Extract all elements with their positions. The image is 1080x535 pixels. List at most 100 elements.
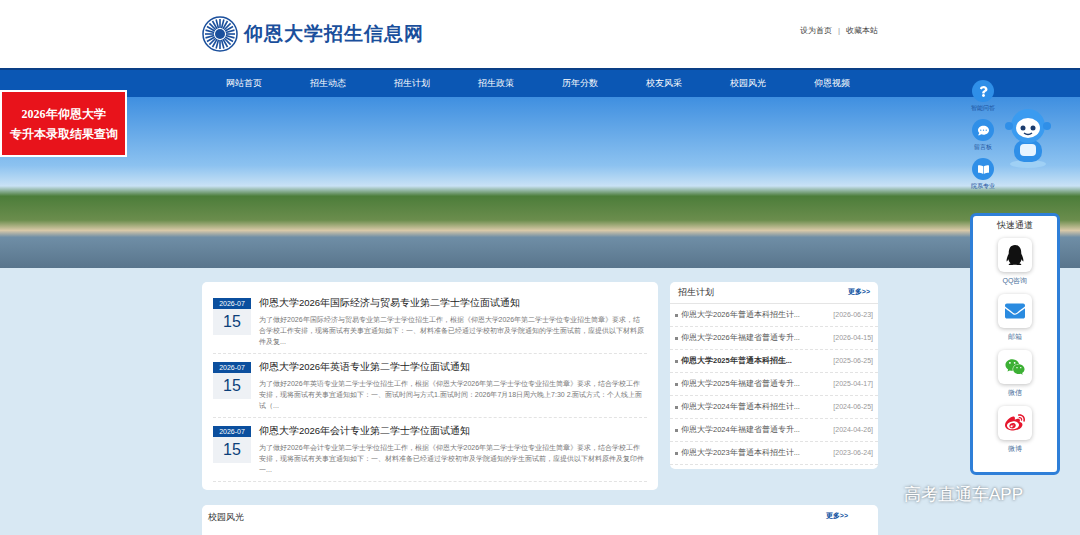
plan-item[interactable]: 仰恩大学2023年普通本科招生计...[2023-06-24] [670,442,878,465]
header-separator: | [838,25,840,37]
nav-item[interactable]: 校友风采 [622,77,706,91]
news-date: 2026-0715 [213,298,251,347]
quick-channel-item[interactable]: 微信 [998,350,1032,398]
news-title[interactable]: 仰恩大学2026年会计专业第二学士学位面试通知 [259,424,647,438]
plan-item-title: 仰恩大学2026年普通本科招生计... [681,309,830,320]
plan-item-date: [2026-04-15] [833,333,873,344]
plan-item-date: [2024-04-26] [833,425,873,436]
question-icon [972,80,994,102]
site-logo-text: 仰恩大学招生信息网 [244,20,424,49]
campus-title: 校园风光 [208,511,244,525]
bullet-icon [675,406,678,409]
news-month: 2026-07 [213,362,251,373]
main-nav: 网站首页招生动态招生计划招生政策历年分数校友风采校园风光仰恩视频 [0,68,1080,97]
quick-channel-label: QQ咨询 [1003,276,1028,286]
mail-icon [998,294,1032,328]
plan-item[interactable]: 仰恩大学2026年福建省普通专升...[2026-04-15] [670,327,878,350]
plan-item-date: [2025-06-25] [833,356,873,367]
plan-item-title: 仰恩大学2026年福建省普通专升... [681,332,830,343]
message-icon [972,119,994,141]
quick-channel-title: 快速通道 [997,218,1033,232]
quick-channel-item[interactable]: 邮箱 [998,294,1032,342]
floating-tool[interactable]: 院系专业 [971,158,995,191]
campus-more-link[interactable]: 更多>> [826,511,848,522]
header-link[interactable]: 设为首页 [800,25,832,37]
floating-tool[interactable]: 智能问答 [971,80,995,113]
news-day: 15 [213,437,251,463]
news-day: 15 [213,309,251,335]
promo-line: 2026年仰恩大学 [22,107,106,121]
nav-item[interactable]: 网站首页 [202,77,286,91]
nav-item[interactable]: 校园风光 [706,77,790,91]
plan-header: 招生计划 更多>> [670,282,878,304]
quick-channel-label: 微信 [1008,388,1022,398]
news-month: 2026-07 [213,298,251,309]
plan-title: 招生计划 [678,286,714,300]
floating-tool[interactable]: 留言板 [972,119,994,152]
nav-item[interactable]: 招生计划 [370,77,454,91]
bullet-icon [675,314,678,317]
page: 仰恩大学招生信息网设为首页|收藏本站网站首页招生动态招生计划招生政策历年分数校友… [0,0,1080,535]
news-title[interactable]: 仰恩大学2026年国际经济与贸易专业第二学士学位面试通知 [259,296,647,310]
robot-mascot-icon[interactable] [1000,104,1056,170]
floating-tool-label: 智能问答 [971,104,995,113]
news-summary: 为了做好2026年英语专业第二学士学位招生工作，根据《仰恩大学2026年第二学士… [259,378,647,411]
plan-item[interactable]: 仰恩大学2025年福建省普通专升...[2025-04-17] [670,373,878,396]
plan-card: 招生计划更多>>仰恩大学2026年普通本科招生计...[2026-06-23]仰… [670,282,878,469]
quick-channel-item[interactable]: QQ咨询 [998,238,1032,286]
news-summary: 为了做好2026年国际经济与贸易专业第二学士学位招生工作，根据《仰恩大学2026… [259,314,647,347]
bullet-icon [675,360,678,363]
plan-more-link[interactable]: 更多>> [848,287,870,298]
campus-banner-photo [0,97,1080,268]
floating-tool-label: 留言板 [974,143,992,152]
bullet-icon [675,337,678,340]
plan-item[interactable]: 仰恩大学2026年普通本科招生计...[2026-06-23] [670,304,878,327]
university-emblem-icon [202,16,238,52]
plan-item-title: 仰恩大学2025年福建省普通专升... [681,378,830,389]
plan-item-date: [2025-04-17] [833,379,873,390]
news-card: 2026-0715仰恩大学2026年国际经济与贸易专业第二学士学位面试通知为了做… [202,282,658,490]
bullet-icon [675,429,678,432]
plan-item[interactable]: 仰恩大学2024年福建省普通专升...[2024-04-26] [670,419,878,442]
plan-item-title: 仰恩大学2024年福建省普通专升... [681,424,830,435]
news-month: 2026-07 [213,426,251,437]
bullet-icon [675,452,678,455]
nav-item[interactable]: 招生政策 [454,77,538,91]
quick-channel-panel: 快速通道 QQ咨询邮箱微信微博 [970,213,1060,475]
nav-item[interactable]: 招生动态 [286,77,370,91]
news-date: 2026-0715 [213,362,251,411]
quick-channel-label: 邮箱 [1008,332,1022,342]
news-date: 2026-0715 [213,426,251,475]
promo-banner[interactable]: 2026年仰恩大学专升本录取结果查询 [0,90,127,157]
floating-tools: 智能问答留言板院系专业 [950,80,1016,191]
nav-item[interactable]: 仰恩视频 [790,77,874,91]
quick-channel-label: 微博 [1008,444,1022,454]
news-title[interactable]: 仰恩大学2026年英语专业第二学士学位面试通知 [259,360,647,374]
quick-channel-item[interactable]: 微博 [998,406,1032,454]
floating-tool-label: 院系专业 [971,182,995,191]
plan-item[interactable]: 仰恩大学2024年普通本科招生计...[2024-06-25] [670,396,878,419]
site-logo[interactable]: 仰恩大学招生信息网 [202,16,424,52]
news-day: 15 [213,373,251,399]
news-summary: 为了做好2026年会计专业第二学士学位招生工作，根据《仰恩大学2026年第二学士… [259,442,647,475]
plan-item-date: [2026-06-23] [833,310,873,321]
news-item[interactable]: 2026-0715 仰恩大学2026年英语专业第二学士学位面试通知为了做好2026… [213,354,647,418]
header-link[interactable]: 收藏本站 [846,25,878,37]
header-links: 设为首页 | 收藏本站 [800,25,878,37]
bullet-icon [675,383,678,386]
news-item[interactable]: 2026-0715 仰恩大学2026年国际经济与贸易专业第二学士学位面试通知为了做… [213,290,647,354]
book-icon [972,158,994,180]
plan-item[interactable]: 仰恩大学2025年普通本科招生...[2025-06-25] [670,350,878,373]
plan-item-title: 仰恩大学2024年普通本科招生计... [681,401,830,412]
wechat-icon [998,350,1032,384]
qq-icon [998,238,1032,272]
campus-card: 校园风光 更多>> [202,505,878,535]
plan-item-date: [2024-06-25] [833,402,873,413]
weibo-icon [998,406,1032,440]
site-header: 仰恩大学招生信息网 设为首页 | 收藏本站 [0,0,1080,68]
watermark: 高考直通车APP [904,484,1023,506]
plan-item-title: 仰恩大学2023年普通本科招生计... [681,447,830,458]
news-item[interactable]: 2026-0715 仰恩大学2026年会计专业第二学士学位面试通知为了做好2026… [213,418,647,482]
nav-item[interactable]: 历年分数 [538,77,622,91]
content: 2026-0715仰恩大学2026年国际经济与贸易专业第二学士学位面试通知为了做… [202,282,878,535]
